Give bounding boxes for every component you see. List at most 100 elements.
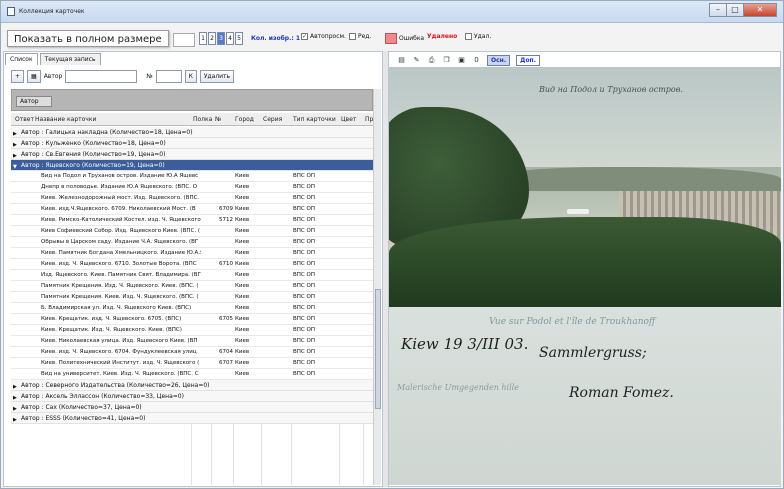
autoview-checkbox[interactable] xyxy=(301,33,308,40)
printer-icon[interactable]: ⎙ xyxy=(427,56,436,65)
table-row[interactable]: Киев. изд. Ч. Ящевского. 6704. Фундуклее… xyxy=(11,347,373,358)
postcard-image[interactable]: Вид на Подол и Труханов остров. Vue sur … xyxy=(389,67,781,485)
card-name-cell: Киев. изд. Ч. Ящевского. 6704. Фундуклее… xyxy=(41,349,197,355)
page-button-4[interactable]: 4 xyxy=(226,32,234,45)
print-icon[interactable]: ▤ xyxy=(397,56,406,65)
group-row[interactable]: ▶ Автор : Кульженко (Количество=18, Цена=… xyxy=(11,138,373,149)
mode-extra-button[interactable]: Доп. xyxy=(516,55,540,66)
close-button[interactable]: ✕ xyxy=(743,3,777,17)
group-row[interactable]: ▼ Автор : Ящевского (Количество=19, Цена=… xyxy=(11,160,373,171)
col-header-series[interactable]: Серия xyxy=(263,116,282,123)
table-row[interactable]: Изд. Ящевского. Киев. Памятник Свят. Вла… xyxy=(11,270,373,281)
minimize-button[interactable]: – xyxy=(709,3,727,17)
table-row[interactable]: Киев. Железнодорожный мост. Изд. Ящевско… xyxy=(11,193,373,204)
card-type-cell: ВПС ОП xyxy=(293,217,315,223)
table-row[interactable]: Памятник Крещения. Изд. Ч. Ящевского. Ки… xyxy=(11,281,373,292)
number-filter-input[interactable] xyxy=(155,69,182,83)
add-button[interactable]: + xyxy=(11,69,25,83)
col-header-answer[interactable]: Ответ xyxy=(15,116,34,123)
page-button-5[interactable]: 5 xyxy=(235,32,243,45)
card-number-cell: 6705 xyxy=(219,316,233,322)
group-row[interactable]: ▶ Автор : ESSS (Количество=41, Цена=0) xyxy=(11,413,373,424)
card-name-cell: Киев. Крещатик. Изд. Ч. Ящевского. Киев.… xyxy=(41,327,182,333)
card-city-cell: Киев xyxy=(235,195,250,201)
table-row[interactable]: Вид на университет. Киев. Изд. Ч. Ящевск… xyxy=(11,369,373,380)
table-row[interactable]: Киев. Политехнический Институт. изд. Ч. … xyxy=(11,358,373,369)
card-type-cell: ВПС ОП xyxy=(293,371,315,377)
group-by-area[interactable]: Автор xyxy=(11,89,373,111)
postcard-far-shore xyxy=(499,167,781,191)
save-icon[interactable]: ▣ xyxy=(457,56,466,65)
edit-checkbox[interactable] xyxy=(349,33,356,40)
group-row[interactable]: ▶ Автор : Сах (Количество=37, Цена=0) xyxy=(11,402,373,413)
card-name-cell: Б. Владимирская ул. Изд. Ч. Ящевского Ки… xyxy=(41,305,192,311)
group-row[interactable]: ▶ Автор : Аксель Эллассон (Количество=33,… xyxy=(11,391,373,402)
card-type-cell: ВПС ОП xyxy=(293,250,315,256)
card-city-cell: Киев xyxy=(235,371,250,377)
page-button-2[interactable]: 2 xyxy=(208,32,216,45)
table-row[interactable]: Киев. Римско-Католический Костел. изд. Ч… xyxy=(11,215,373,226)
grid-scrollbar[interactable] xyxy=(373,89,381,485)
card-number-cell: 6707 xyxy=(219,360,233,366)
author-filter-input[interactable] xyxy=(65,69,138,83)
card-type-cell: ВПС ОП xyxy=(293,283,315,289)
edit-label: Ред. xyxy=(358,33,372,40)
table-row[interactable]: Обрывы в Царском саду. Издание Ч.А. Ящев… xyxy=(11,237,373,248)
col-header-number[interactable]: № xyxy=(215,116,221,123)
card-city-cell: Киев xyxy=(235,206,250,212)
card-name-cell: Киев. Памятник Богдана Хмельницкого. Изд… xyxy=(41,250,201,256)
edit-toggle[interactable]: Ред. xyxy=(349,33,371,40)
page-button-1[interactable]: 1 xyxy=(199,32,207,45)
expand-icon[interactable]: ▶ xyxy=(13,415,17,426)
card-city-cell: Киев xyxy=(235,228,250,234)
tooltip-full-size: Показать в полном размере xyxy=(7,30,169,47)
table-row[interactable]: Киев. Крещатик. изд. Ч. Ящевского. 6705.… xyxy=(11,314,373,325)
group-chip-author[interactable]: Автор xyxy=(16,96,52,107)
copy-icon[interactable]: ❐ xyxy=(442,56,451,65)
delete-toggle[interactable]: Удал. xyxy=(465,33,491,40)
edit-icon[interactable]: ✎ xyxy=(412,56,421,65)
table-row[interactable]: Киев. изд.Ч.Ящевского. 6709. Николаевски… xyxy=(11,204,373,215)
group-row[interactable]: ▶ Автор : Северного Издательства (Количес… xyxy=(11,380,373,391)
col-header-shelf[interactable]: Полка xyxy=(193,116,212,123)
card-name-cell: Киев. Железнодорожный мост. Изд. Ящевско… xyxy=(41,195,200,201)
card-number-cell: 5712 xyxy=(219,217,233,223)
col-header-name[interactable]: Название карточки xyxy=(35,116,96,123)
maximize-button[interactable]: □ xyxy=(726,3,744,17)
table-row[interactable]: Днепр в половодье. Издание Ю.А Ящевского… xyxy=(11,182,373,193)
card-type-cell: ВПС ОП xyxy=(293,239,315,245)
card-name-cell: Киев. Политехнический Институт. изд. Ч. … xyxy=(41,360,200,366)
table-row[interactable]: Вид на Подол и Труханов остров. Издание … xyxy=(11,171,373,182)
table-row[interactable]: Памятник Крещения. Киев. Изд. Ч. Ящевско… xyxy=(11,292,373,303)
k-button[interactable]: К xyxy=(184,69,197,83)
delete-checkbox[interactable] xyxy=(465,33,472,40)
page-button-3[interactable]: 3 xyxy=(217,32,225,45)
tab-list[interactable]: Список xyxy=(5,53,38,65)
table-row[interactable]: Б. Владимирская ул. Изд. Ч. Ящевского Ки… xyxy=(11,303,373,314)
table-row[interactable]: Киев. изд. Ч. Ящевского. 6710. Золотые В… xyxy=(11,259,373,270)
card-name-cell: Вид на Подол и Труханов остров. Издание … xyxy=(41,173,199,179)
table-row[interactable]: Киев. Крещатик. Изд. Ч. Ящевского. Киев.… xyxy=(11,325,373,336)
grid-scroll-thumb[interactable] xyxy=(375,289,381,409)
table-row[interactable]: Киев Софиевский Собор. Изд. Ящевского Ки… xyxy=(11,226,373,237)
table-row[interactable]: Киев. Николаевская улица. Изд. Ящевского… xyxy=(11,336,373,347)
tab-current-record[interactable]: Текущая запись xyxy=(39,53,101,65)
group-row[interactable]: ▶ Автор : Галицька накладна (Количество=1… xyxy=(11,127,373,138)
excel-icon[interactable]: ▦ xyxy=(27,69,41,83)
col-header-pr[interactable]: Пр xyxy=(365,116,373,123)
col-header-card-type[interactable]: Тип карточки xyxy=(293,116,336,123)
col-header-city[interactable]: Город xyxy=(235,116,254,123)
table-row[interactable]: Киев. Памятник Богдана Хмельницкого. Изд… xyxy=(11,248,373,259)
hidden-toolbar-field[interactable] xyxy=(173,33,195,47)
col-header-color[interactable]: Цвет xyxy=(341,116,356,123)
error-indicator: Ошибка xyxy=(385,33,424,44)
autoview-toggle[interactable]: Автопросм. xyxy=(301,33,346,40)
postcard-caption-bottom: Vue sur Podol et l'île de Troukhanoff xyxy=(489,317,656,327)
delete-filter-button[interactable]: Удалить xyxy=(199,69,235,83)
card-city-cell: Киев xyxy=(235,316,250,322)
card-number-cell: 6704 xyxy=(219,349,233,355)
group-row[interactable]: ▶ Автор : Св.Евгения (Количество=19, Цена… xyxy=(11,149,373,160)
app-icon xyxy=(7,7,15,16)
mode-main-button[interactable]: Осн. xyxy=(487,55,511,66)
window-title: Коллекция карточек xyxy=(19,8,85,15)
